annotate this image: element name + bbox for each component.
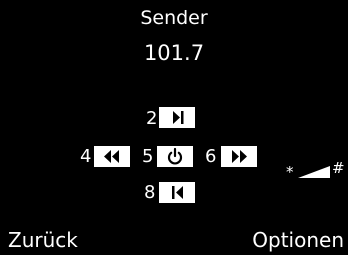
fast-forward-button[interactable] — [221, 146, 257, 167]
key-8-number: 8 — [144, 182, 156, 203]
back-softkey[interactable]: Zurück — [8, 228, 78, 252]
key-4-number: 4 — [80, 146, 92, 167]
volume-indicator: * # — [286, 160, 346, 182]
power-button[interactable] — [157, 146, 193, 167]
volume-up-key: # — [332, 159, 345, 177]
key-6-number: 6 — [205, 146, 217, 167]
station-frequency: 101.7 — [143, 41, 205, 65]
options-softkey[interactable]: Optionen — [252, 228, 344, 252]
station-label: Sender — [140, 7, 208, 29]
skip-forward-icon — [173, 111, 184, 124]
skip-back-button[interactable] — [159, 182, 195, 203]
volume-down-key: * — [286, 163, 294, 181]
power-icon — [167, 147, 183, 165]
key-5-number: 5 — [142, 146, 154, 167]
skip-forward-button[interactable] — [159, 107, 195, 128]
phone-screen: Sender 101.7 2 4 5 6 8 * # Zurück Option… — [0, 0, 348, 255]
volume-ramp-icon — [298, 166, 330, 178]
rewind-icon — [104, 150, 119, 163]
skip-back-icon — [172, 186, 183, 199]
rewind-button[interactable] — [94, 146, 130, 167]
fast-forward-icon — [232, 150, 247, 163]
key-2-number: 2 — [146, 108, 158, 129]
